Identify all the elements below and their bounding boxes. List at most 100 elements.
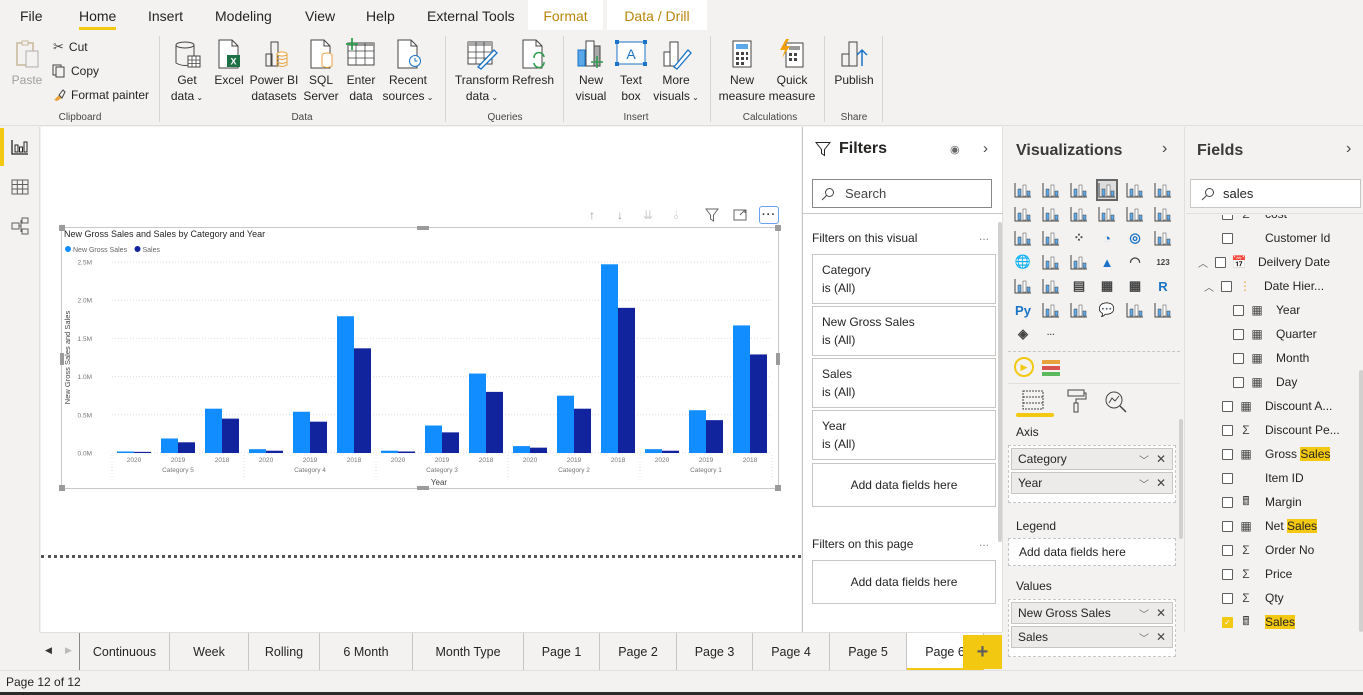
pie-chart-icon[interactable]: ◔ [1096,227,1118,249]
publish-button[interactable]: Publish [832,38,876,88]
format-tab[interactable] [1067,389,1087,416]
field-item[interactable]: ︿ 📅 Deilvery Date [1198,251,1330,273]
filter-card-year[interactable]: Year is (All) [812,410,996,460]
menu-tab-home[interactable]: Home [79,0,117,30]
sql-server-button[interactable]: SQL Server [302,38,340,104]
resize-handle[interactable] [775,485,781,491]
copy-button[interactable]: Copy [52,61,99,81]
gauge-icon[interactable]: ◠ [1124,251,1146,273]
filter-card-category[interactable]: Category is (All) [812,254,996,304]
arcgis-map-icon[interactable] [1152,299,1174,321]
refresh-button[interactable]: Refresh [512,38,554,88]
field-item[interactable]: ▦ Gross Sales [1222,443,1331,465]
table-icon[interactable]: ▦ [1096,275,1118,297]
filters-scrollbar[interactable] [998,222,1002,542]
chevron-down-icon[interactable]: ﹀ [1139,452,1149,467]
resize-handle[interactable] [776,353,780,365]
cut-button[interactable]: ✂ Cut [53,37,88,57]
field-checkbox[interactable] [1233,376,1244,388]
resize-handle[interactable] [60,353,64,365]
filters-search-input[interactable]: Search [812,179,992,208]
axis-field-year[interactable]: Year ﹀ ✕ [1011,472,1173,494]
page-tab[interactable]: Page 5 [830,633,907,671]
field-item[interactable]: Customer Id [1222,227,1330,249]
viz-scrollbar[interactable] [1179,419,1183,539]
field-checkbox[interactable] [1222,232,1233,244]
page-tab[interactable]: Page 4 [753,633,830,671]
field-checkbox[interactable] [1233,304,1244,316]
menu-tab-data-drill[interactable]: Data / Drill [607,0,707,30]
line-chart-icon[interactable] [1012,203,1034,225]
remove-field-icon[interactable]: ✕ [1156,630,1166,644]
fields-scrollbar[interactable] [1359,370,1363,632]
get-more-visuals-icon[interactable]: ··· [1040,323,1062,345]
text-box-button[interactable]: A Text box [613,38,649,104]
focus-mode-icon[interactable] [731,206,749,224]
power-bi-datasets-button[interactable]: Power BI datasets [249,38,299,104]
stacked-bar-chart-icon[interactable] [1012,179,1034,201]
field-checkbox[interactable] [1222,544,1233,556]
area-chart-icon[interactable] [1040,203,1062,225]
expand-all-down-icon[interactable]: ⇊ [639,206,657,224]
line-and-stacked-column-chart-icon[interactable] [1096,203,1118,225]
field-item[interactable]: ▦ Discount A... [1222,395,1332,417]
chevron-down-icon[interactable]: ﹀ [1139,630,1149,645]
matrix-icon[interactable]: ▦ [1124,275,1146,297]
expand-next-level-icon[interactable]: ⫰ [667,206,685,224]
scroll-left-icon[interactable]: ◀ [45,645,52,656]
remove-field-icon[interactable]: ✕ [1156,606,1166,620]
field-item[interactable]: Item ID [1222,467,1304,489]
collapse-viz-chevron-icon[interactable]: › [1162,140,1167,158]
page-tab[interactable]: Week [170,633,249,671]
get-data-button[interactable]: Get data ⌄ [168,38,206,106]
remove-field-icon[interactable]: ✕ [1156,476,1166,490]
field-checkbox[interactable] [1222,472,1233,484]
field-checkbox[interactable] [1222,568,1233,580]
100-stacked-bar-chart-icon[interactable] [1124,179,1146,201]
menu-tab-external-tools[interactable]: External Tools [427,0,515,30]
field-item[interactable]: Σ Qty [1222,587,1284,609]
fields-search-input[interactable]: sales [1190,179,1361,208]
filter-icon[interactable] [703,206,721,224]
drill-up-icon[interactable]: ↑ [583,206,601,224]
axis-well[interactable]: Category ﹀ ✕ Year ﹀ ✕ [1008,445,1176,503]
excel-button[interactable]: X Excel [211,38,247,88]
chevron-down-icon[interactable]: ﹀ [1139,606,1149,621]
clustered-column-chart-visual[interactable]: New Gross Sales and Sales by Category an… [59,225,781,491]
page-tab[interactable]: Page 3 [677,633,753,671]
drill-down-icon[interactable]: ↓ [611,206,629,224]
key-influencers-icon[interactable] [1040,299,1062,321]
map-icon[interactable]: 🌐 [1012,251,1034,273]
page-tab[interactable]: Rolling [249,633,320,671]
report-canvas[interactable]: ↑ ↓ ⇊ ⫰ ··· New Gross Sales and Sales by… [41,127,801,632]
menu-tab-view[interactable]: View [305,0,335,30]
field-checkbox[interactable] [1215,256,1226,268]
transform-data-button[interactable]: Transform data ⌄ [454,38,510,106]
field-item[interactable]: ▦ Month [1233,347,1309,369]
scatter-chart-icon[interactable]: ⁘ [1068,227,1090,249]
field-checkbox[interactable] [1222,496,1233,508]
field-checkbox[interactable] [1221,280,1232,292]
report-view-button[interactable] [0,128,40,166]
more-visuals-button[interactable]: More visuals ⌄ [651,38,701,106]
field-checkbox[interactable] [1233,352,1244,364]
100-stacked-column-chart-icon[interactable] [1152,179,1174,201]
enter-data-button[interactable]: Enter data [343,38,379,104]
values-field-new-gross-sales[interactable]: New Gross Sales ﹀ ✕ [1011,602,1173,624]
field-checkbox[interactable] [1222,424,1233,436]
new-visual-button[interactable]: New visual [573,38,609,104]
recent-sources-button[interactable]: Recent sources ⌄ [382,38,434,106]
treemap-icon[interactable] [1152,227,1174,249]
slicer-icon[interactable]: ▤ [1068,275,1090,297]
custom-visual-icon[interactable] [1042,360,1060,376]
page-tab[interactable]: Month Type [413,633,524,671]
field-item[interactable]: Σ Order No [1222,539,1314,561]
format-painter-button[interactable]: Format painter [52,85,149,105]
menu-tab-insert[interactable]: Insert [148,0,183,30]
legend-well[interactable]: Add data fields here [1008,538,1176,566]
field-item[interactable]: 🖩 Margin [1222,491,1302,513]
resize-handle[interactable] [417,486,429,490]
clustered-bar-chart-icon[interactable] [1068,179,1090,201]
menu-tab-help[interactable]: Help [366,0,395,30]
field-item[interactable]: ▦ Year [1233,299,1300,321]
